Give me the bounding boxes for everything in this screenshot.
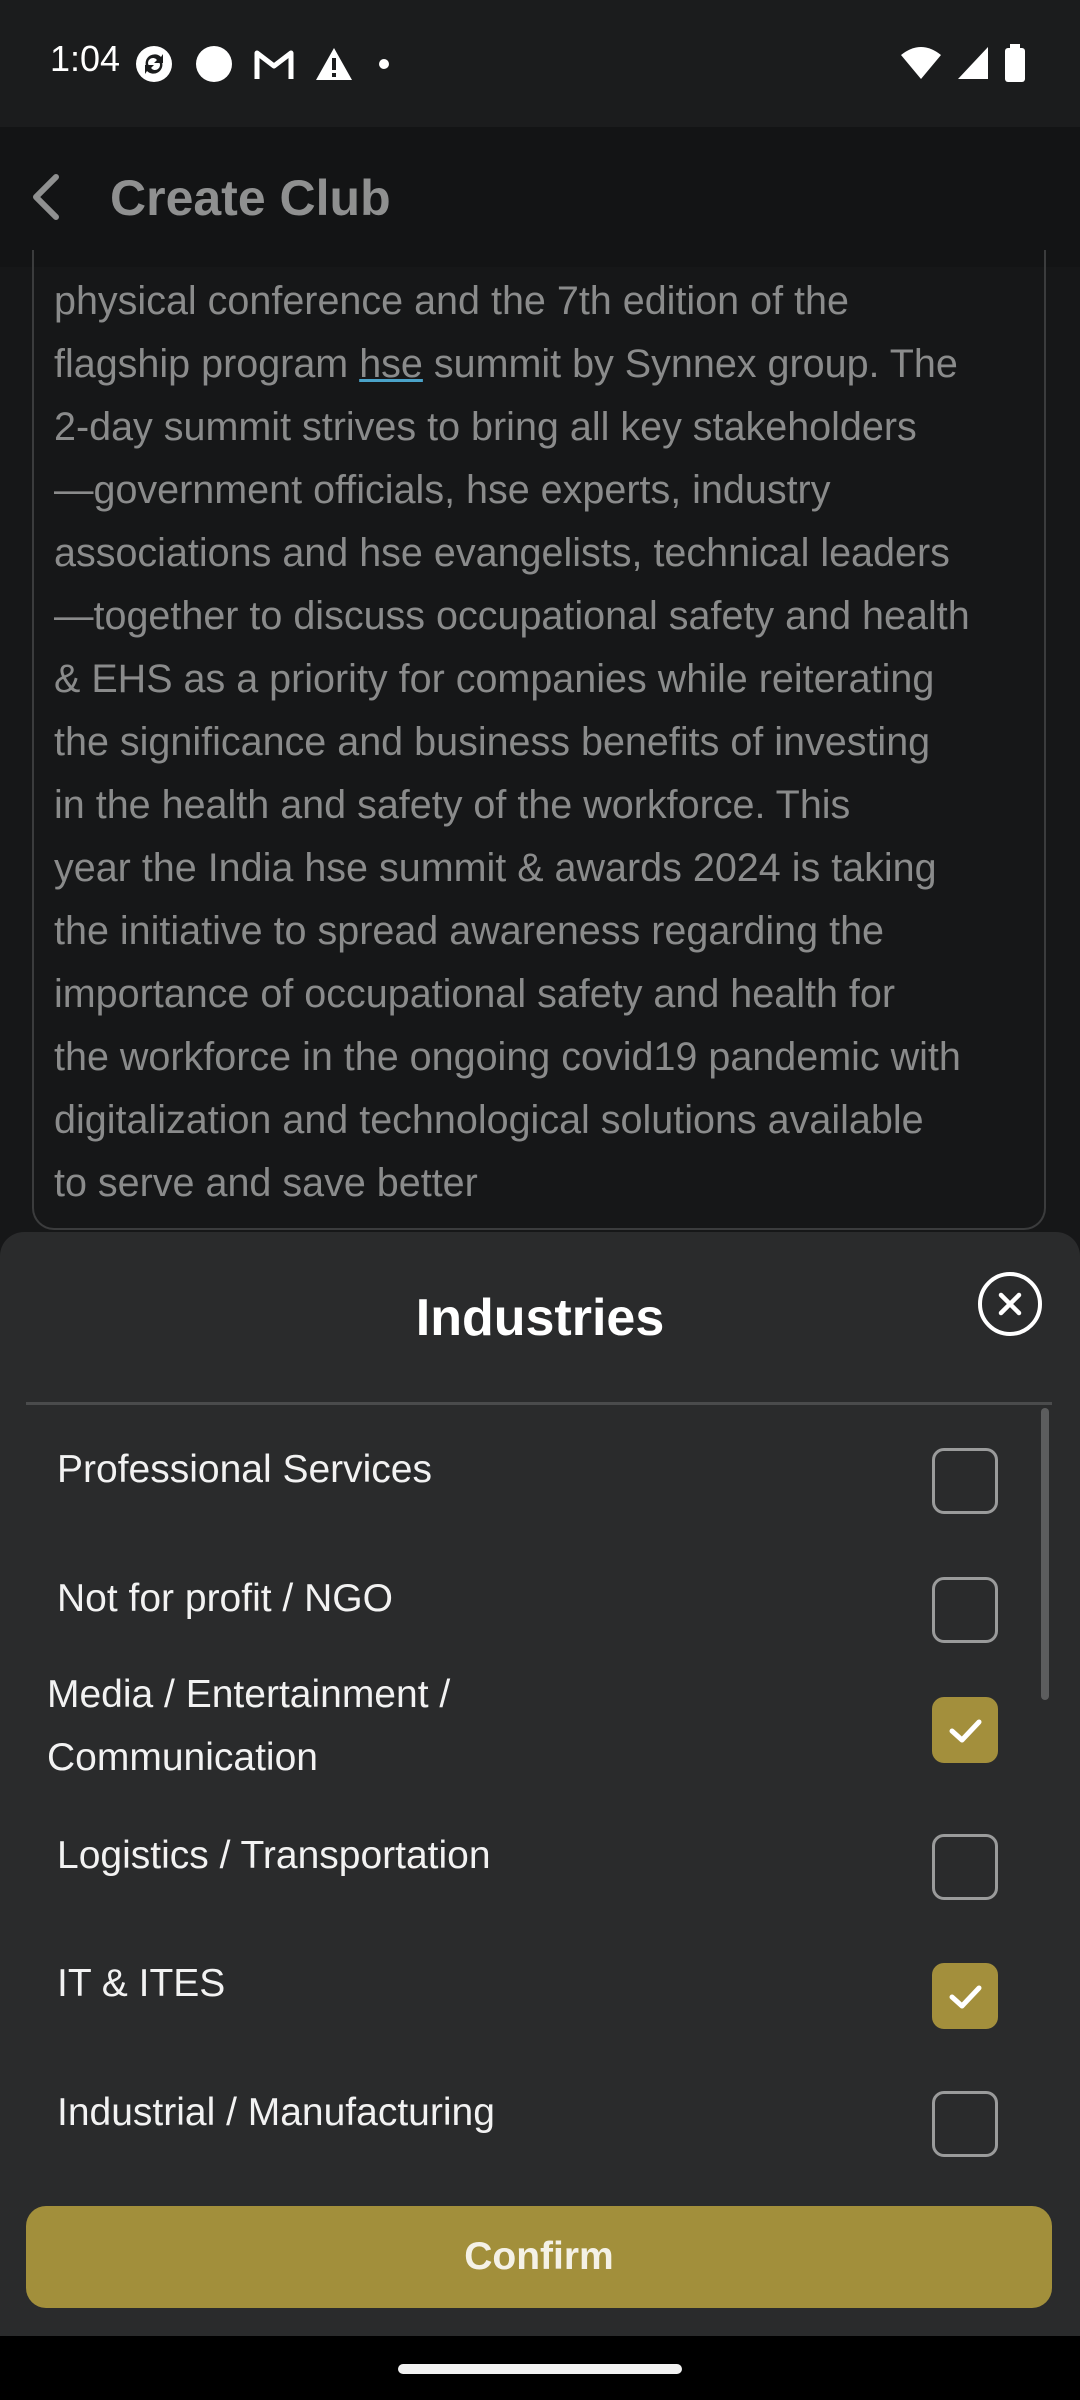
back-arrow-icon xyxy=(33,174,59,220)
gmail-icon xyxy=(254,50,294,79)
home-gesture-handle[interactable] xyxy=(398,2364,682,2374)
close-button[interactable] xyxy=(978,1272,1042,1336)
option-label: Professional Services xyxy=(57,1448,432,1491)
check-icon xyxy=(949,1985,982,2009)
industry-option-logistics[interactable]: Logistics / Transportation xyxy=(0,1824,1050,1924)
navigation-bar xyxy=(0,2336,1080,2400)
status-icons-left xyxy=(134,44,394,84)
signal-icon xyxy=(958,47,988,79)
page-title: Create Club xyxy=(110,170,391,226)
option-checkbox[interactable] xyxy=(932,1577,998,1643)
option-checkbox[interactable] xyxy=(932,1834,998,1900)
close-icon xyxy=(998,1292,1022,1316)
option-checkbox[interactable] xyxy=(932,1448,998,1514)
circle-icon xyxy=(196,46,232,82)
description-text-underlined: hse xyxy=(359,342,423,386)
sheet-divider xyxy=(26,1402,1052,1405)
wifi-icon xyxy=(901,47,941,79)
industry-option-professional-services[interactable]: Professional Services xyxy=(0,1438,1050,1538)
option-checkbox[interactable] xyxy=(932,1963,998,2029)
status-icons-right xyxy=(900,44,1026,82)
warning-icon xyxy=(316,48,352,80)
dot-icon xyxy=(379,59,389,69)
option-label: IT & ITES xyxy=(57,1962,226,2005)
sheet-title: Industries xyxy=(415,1289,665,1347)
industry-option-not-for-profit[interactable]: Not for profit / NGO xyxy=(0,1567,1050,1667)
back-button[interactable] xyxy=(22,171,74,223)
industry-option-industrial[interactable]: Industrial / Manufacturing xyxy=(0,2081,1050,2181)
option-checkbox[interactable] xyxy=(932,2091,998,2157)
check-icon xyxy=(949,1719,982,1743)
description-text: physical conference and the 7th edition … xyxy=(54,270,1044,1215)
confirm-button[interactable]: Confirm xyxy=(26,2206,1052,2308)
description-text-after: summit by Synnex group. The 2-day summit… xyxy=(54,342,970,1205)
industry-option-it-ites[interactable]: IT & ITES xyxy=(0,1952,1050,2052)
option-label: Not for profit / NGO xyxy=(57,1577,393,1620)
option-label: Industrial / Manufacturing xyxy=(57,2091,495,2134)
app-bar: Create Club xyxy=(0,127,1080,267)
industries-bottom-sheet: Industries Professional Services Not for… xyxy=(0,1232,1080,2336)
option-checkbox[interactable] xyxy=(932,1697,998,1763)
option-label: Logistics / Transportation xyxy=(57,1834,491,1877)
battery-icon xyxy=(1005,44,1025,82)
status-bar: 1:04 xyxy=(0,0,1080,127)
industry-option-media[interactable]: Media / Entertainment / Communication xyxy=(0,1663,1050,1795)
sync-icon xyxy=(136,46,172,82)
option-label: Media / Entertainment / Communication xyxy=(47,1673,451,1779)
status-time: 1:04 xyxy=(50,38,121,79)
